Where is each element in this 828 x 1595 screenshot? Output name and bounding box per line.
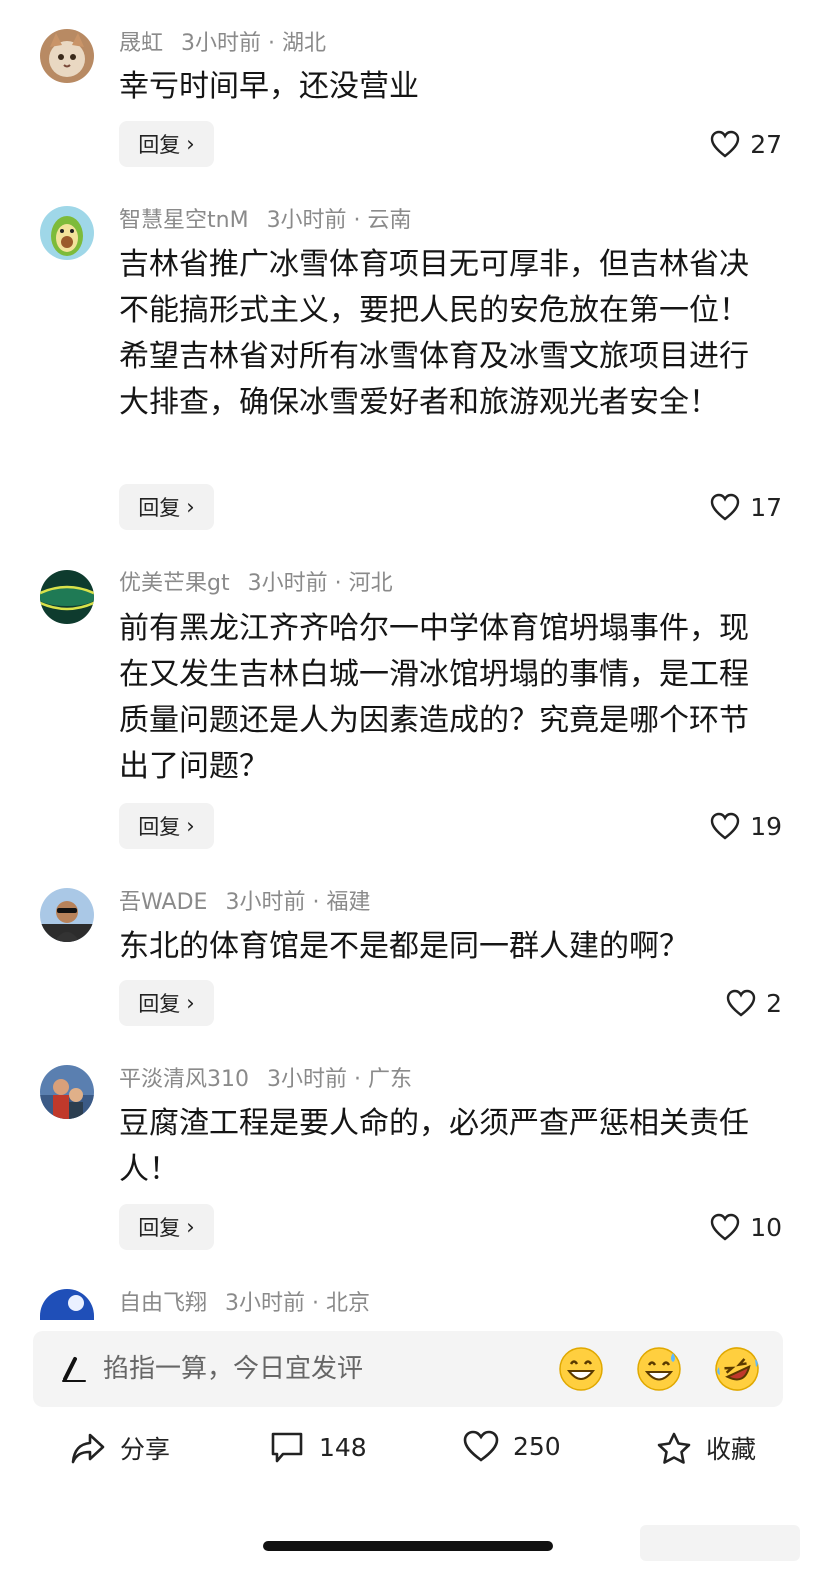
pencil-icon <box>62 1357 86 1382</box>
comment-time: 3小时前 <box>225 1291 306 1316</box>
bottom-action-bar: 分享 148 250 收藏 <box>0 1420 828 1490</box>
comment-count-button[interactable]: 148 <box>269 1430 367 1464</box>
comment-meta: 自由飞翔 3小时前 · 北京 <box>119 1291 371 1316</box>
like-count: 250 <box>513 1431 561 1461</box>
share-button[interactable]: 分享 <box>70 1430 170 1466</box>
grinning-emoji-icon[interactable] <box>557 1345 605 1393</box>
collect-button[interactable]: 收藏 <box>656 1430 756 1466</box>
heart-icon <box>463 1430 499 1462</box>
like-post-button[interactable]: 250 <box>463 1430 561 1462</box>
share-label: 分享 <box>120 1435 171 1464</box>
star-icon <box>657 1432 691 1464</box>
watermark <box>640 1525 800 1561</box>
home-indicator[interactable] <box>263 1541 553 1551</box>
comment-count: 148 <box>319 1432 367 1462</box>
comment-bubble-icon <box>271 1432 303 1463</box>
comment-location: 北京 <box>326 1291 371 1316</box>
avatar[interactable] <box>40 1289 94 1320</box>
collect-label: 收藏 <box>706 1435 757 1464</box>
share-icon <box>71 1433 105 1464</box>
comment-input-placeholder: 掐指一算，今日宜发评 <box>103 1354 364 1384</box>
sweat-smile-emoji-icon[interactable] <box>635 1345 683 1393</box>
comment-input[interactable]: 掐指一算，今日宜发评 <box>33 1331 783 1407</box>
rolling-laugh-emoji-icon[interactable] <box>713 1345 761 1393</box>
comment-item: 自由飞翔 3小时前 · 北京 <box>0 0 828 1320</box>
comment-author[interactable]: 自由飞翔 <box>119 1291 207 1316</box>
